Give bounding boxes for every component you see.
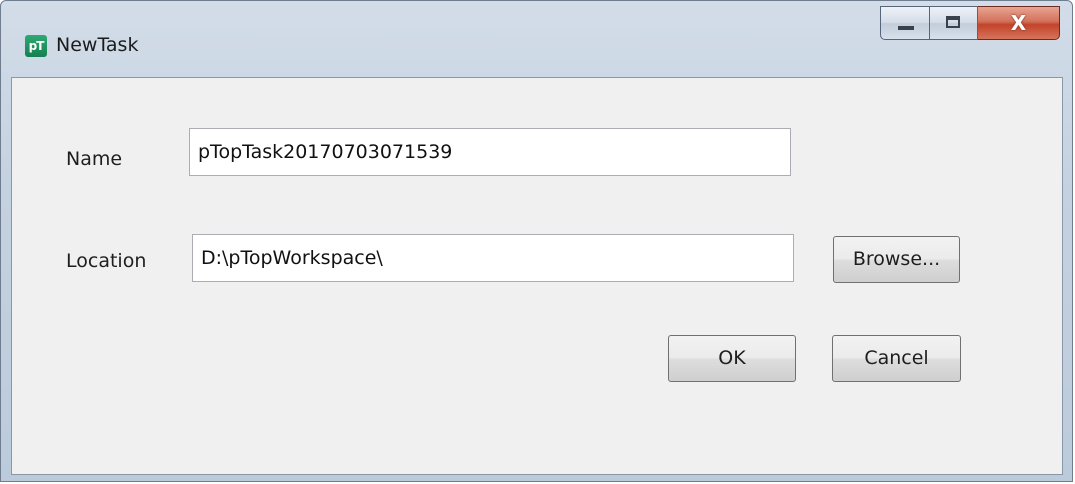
- minimize-button[interactable]: [880, 6, 930, 40]
- dialog-content: Name pTopTask20170703071539 Location D:\…: [11, 77, 1063, 475]
- ok-button[interactable]: OK: [668, 335, 796, 382]
- cancel-button[interactable]: Cancel: [832, 335, 961, 382]
- app-icon: pT: [25, 35, 47, 57]
- title-bar[interactable]: pT NewTask X: [1, 1, 1072, 77]
- close-icon: X: [1010, 11, 1027, 35]
- location-input[interactable]: D:\pTopWorkspace\: [192, 234, 794, 282]
- maximize-button[interactable]: [930, 6, 978, 40]
- name-label: Name: [66, 148, 123, 170]
- location-label: Location: [66, 250, 147, 272]
- maximize-icon: [946, 16, 960, 28]
- window-controls: X: [880, 6, 1060, 40]
- close-button[interactable]: X: [978, 6, 1060, 40]
- dialog-window: pT NewTask X Name pTopTask20170703071539…: [0, 0, 1073, 482]
- window-title: NewTask: [56, 34, 139, 56]
- name-input[interactable]: pTopTask20170703071539: [189, 128, 791, 176]
- browse-button[interactable]: Browse...: [833, 236, 960, 283]
- minimize-icon: [898, 26, 914, 30]
